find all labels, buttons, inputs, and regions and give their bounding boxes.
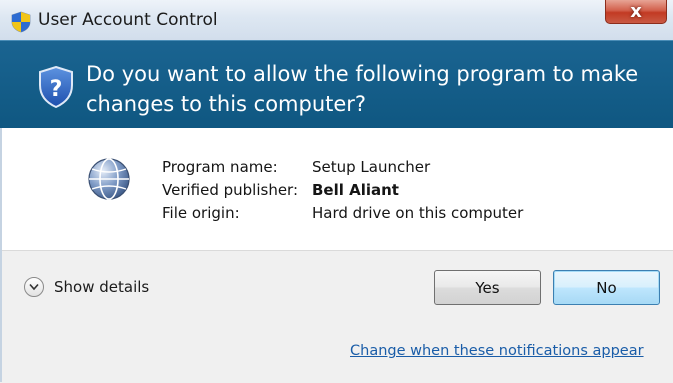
svg-text:?: ? — [50, 77, 63, 102]
dialog-footer: Show details Yes No Change when these no… — [0, 250, 673, 383]
uac-question: Do you want to allow the following progr… — [86, 62, 639, 116]
close-button[interactable]: x — [605, 0, 667, 24]
file-origin-value: Hard drive on this computer — [312, 204, 524, 222]
program-name-label: Program name: — [162, 158, 278, 176]
uac-banner: ? Do you want to allow the following pro… — [0, 40, 673, 129]
uac-shield-icon — [11, 11, 31, 33]
yes-button[interactable]: Yes — [434, 270, 541, 305]
program-name-value: Setup Launcher — [312, 158, 431, 176]
publisher-label: Verified publisher: — [162, 181, 299, 199]
file-origin-label: File origin: — [162, 204, 240, 222]
no-button[interactable]: No — [553, 270, 660, 305]
title-bar: User Account Control x — [0, 0, 673, 41]
globe-icon — [88, 158, 130, 200]
chevron-down-icon[interactable] — [24, 277, 44, 297]
show-details-toggle[interactable]: Show details — [24, 277, 149, 297]
notification-settings-link[interactable]: Change when these notifications appear — [350, 343, 644, 359]
publisher-value: Bell Aliant — [312, 181, 399, 199]
program-info-panel: Program name: Setup Launcher Verified pu… — [0, 128, 673, 250]
window-border — [0, 128, 2, 382]
uac-shield-question-icon: ? — [39, 66, 73, 108]
window-title: User Account Control — [38, 10, 218, 30]
show-details-label[interactable]: Show details — [54, 278, 149, 296]
